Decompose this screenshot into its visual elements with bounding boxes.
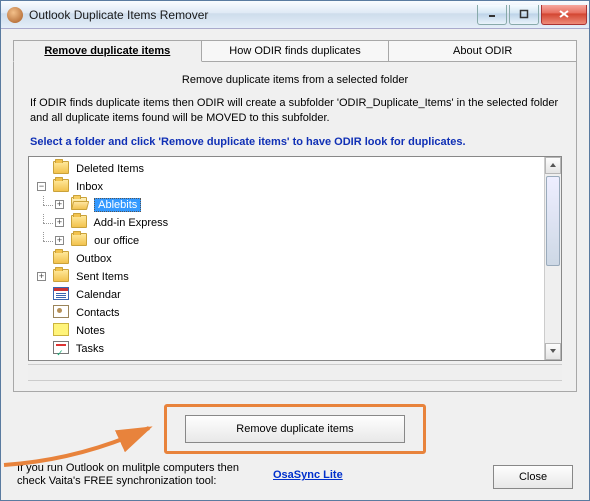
folder-icon (71, 233, 87, 246)
maximize-button[interactable] (509, 5, 539, 25)
folder-icon (53, 179, 69, 192)
intro-text: Remove duplicate items from a selected f… (24, 74, 566, 86)
scroll-track[interactable] (545, 174, 561, 343)
tree-node-contacts[interactable]: + Contacts (37, 304, 542, 322)
tree-node-office[interactable]: + our office (55, 232, 542, 250)
tab-remove-duplicates[interactable]: Remove duplicate items (13, 40, 202, 62)
description-text: If ODIR finds duplicate items then ODIR … (30, 96, 560, 126)
close-window-button[interactable] (541, 5, 587, 25)
scroll-thumb[interactable] (546, 176, 560, 266)
instruction-text: Select a folder and click 'Remove duplic… (30, 136, 560, 148)
osasync-link[interactable]: OsaSync Lite (273, 469, 343, 481)
titlebar: Outlook Duplicate Items Remover (1, 1, 589, 29)
tab-about-odir[interactable]: About ODIR (389, 40, 577, 62)
window-buttons (475, 5, 587, 25)
tree-label: Notes (76, 325, 105, 337)
tab-pane: Remove duplicate items from a selected f… (13, 61, 577, 392)
tree-toggle-expand[interactable]: + (55, 218, 64, 227)
tree-node-deleted[interactable]: + Deleted Items (37, 160, 542, 178)
minimize-button[interactable] (477, 5, 507, 25)
tree-label: Add-in Express (94, 217, 169, 229)
tree-label: Contacts (76, 307, 119, 319)
remove-duplicates-button[interactable]: Remove duplicate items (185, 415, 405, 443)
folder-icon (71, 215, 87, 228)
tree-node-tasks[interactable]: + Tasks (37, 340, 542, 358)
tree-toggle-collapse[interactable]: − (37, 182, 46, 191)
tree-node-sent[interactable]: + Sent Items (37, 268, 542, 286)
app-icon (7, 7, 23, 23)
footer: If you run Outlook on mulitple computers… (13, 458, 577, 492)
tree-label: Sent Items (76, 271, 129, 283)
folder-open-icon (71, 197, 87, 210)
tree-toggle-expand[interactable]: + (37, 272, 46, 281)
tree-label: Outbox (76, 253, 111, 265)
tree-label: Calendar (76, 289, 121, 301)
tree-label: Inbox (76, 181, 103, 193)
folder-icon (53, 251, 69, 264)
contacts-icon (53, 305, 69, 318)
folder-icon (53, 269, 69, 282)
tree-node-addin[interactable]: + Add-in Express (55, 214, 542, 232)
tree-node-inbox[interactable]: − Inbox + Ablebits + (37, 178, 542, 250)
horizontal-scrollbar[interactable] (28, 364, 562, 381)
close-button[interactable]: Close (493, 465, 573, 489)
tree-label: Tasks (76, 343, 104, 355)
vertical-scrollbar[interactable] (544, 157, 561, 360)
tab-strip: Remove duplicate items How ODIR finds du… (13, 39, 577, 61)
highlight-annotation: Remove duplicate items (164, 404, 426, 454)
tree-toggle-expand[interactable]: + (55, 236, 64, 245)
window-title: Outlook Duplicate Items Remover (29, 8, 475, 22)
tree-label-selected: Ablebits (94, 198, 141, 212)
tree-toggle-expand[interactable]: + (55, 200, 64, 209)
scroll-up-button[interactable] (545, 157, 561, 174)
tab-how-odir-finds[interactable]: How ODIR finds duplicates (202, 40, 390, 62)
action-row: Remove duplicate items (13, 404, 577, 454)
calendar-icon (53, 287, 69, 300)
tree-label: Deleted Items (76, 163, 144, 175)
app-window: Outlook Duplicate Items Remover Remove d… (0, 0, 590, 501)
tree-node-notes[interactable]: + Notes (37, 322, 542, 340)
folder-tree-container: + Deleted Items − Inbox + (28, 156, 562, 361)
client-area: Remove duplicate items How ODIR finds du… (1, 29, 589, 500)
tree-node-ablebits[interactable]: + Ablebits (55, 196, 542, 214)
footer-text: If you run Outlook on mulitple computers… (17, 462, 257, 490)
folder-icon (53, 161, 69, 174)
tasks-icon (53, 341, 69, 354)
notes-icon (53, 323, 69, 336)
scroll-down-button[interactable] (545, 343, 561, 360)
tree-node-calendar[interactable]: + Calendar (37, 286, 542, 304)
tree-node-outbox[interactable]: + Outbox (37, 250, 542, 268)
tree-label: our office (94, 235, 139, 247)
folder-tree[interactable]: + Deleted Items − Inbox + (29, 157, 544, 360)
